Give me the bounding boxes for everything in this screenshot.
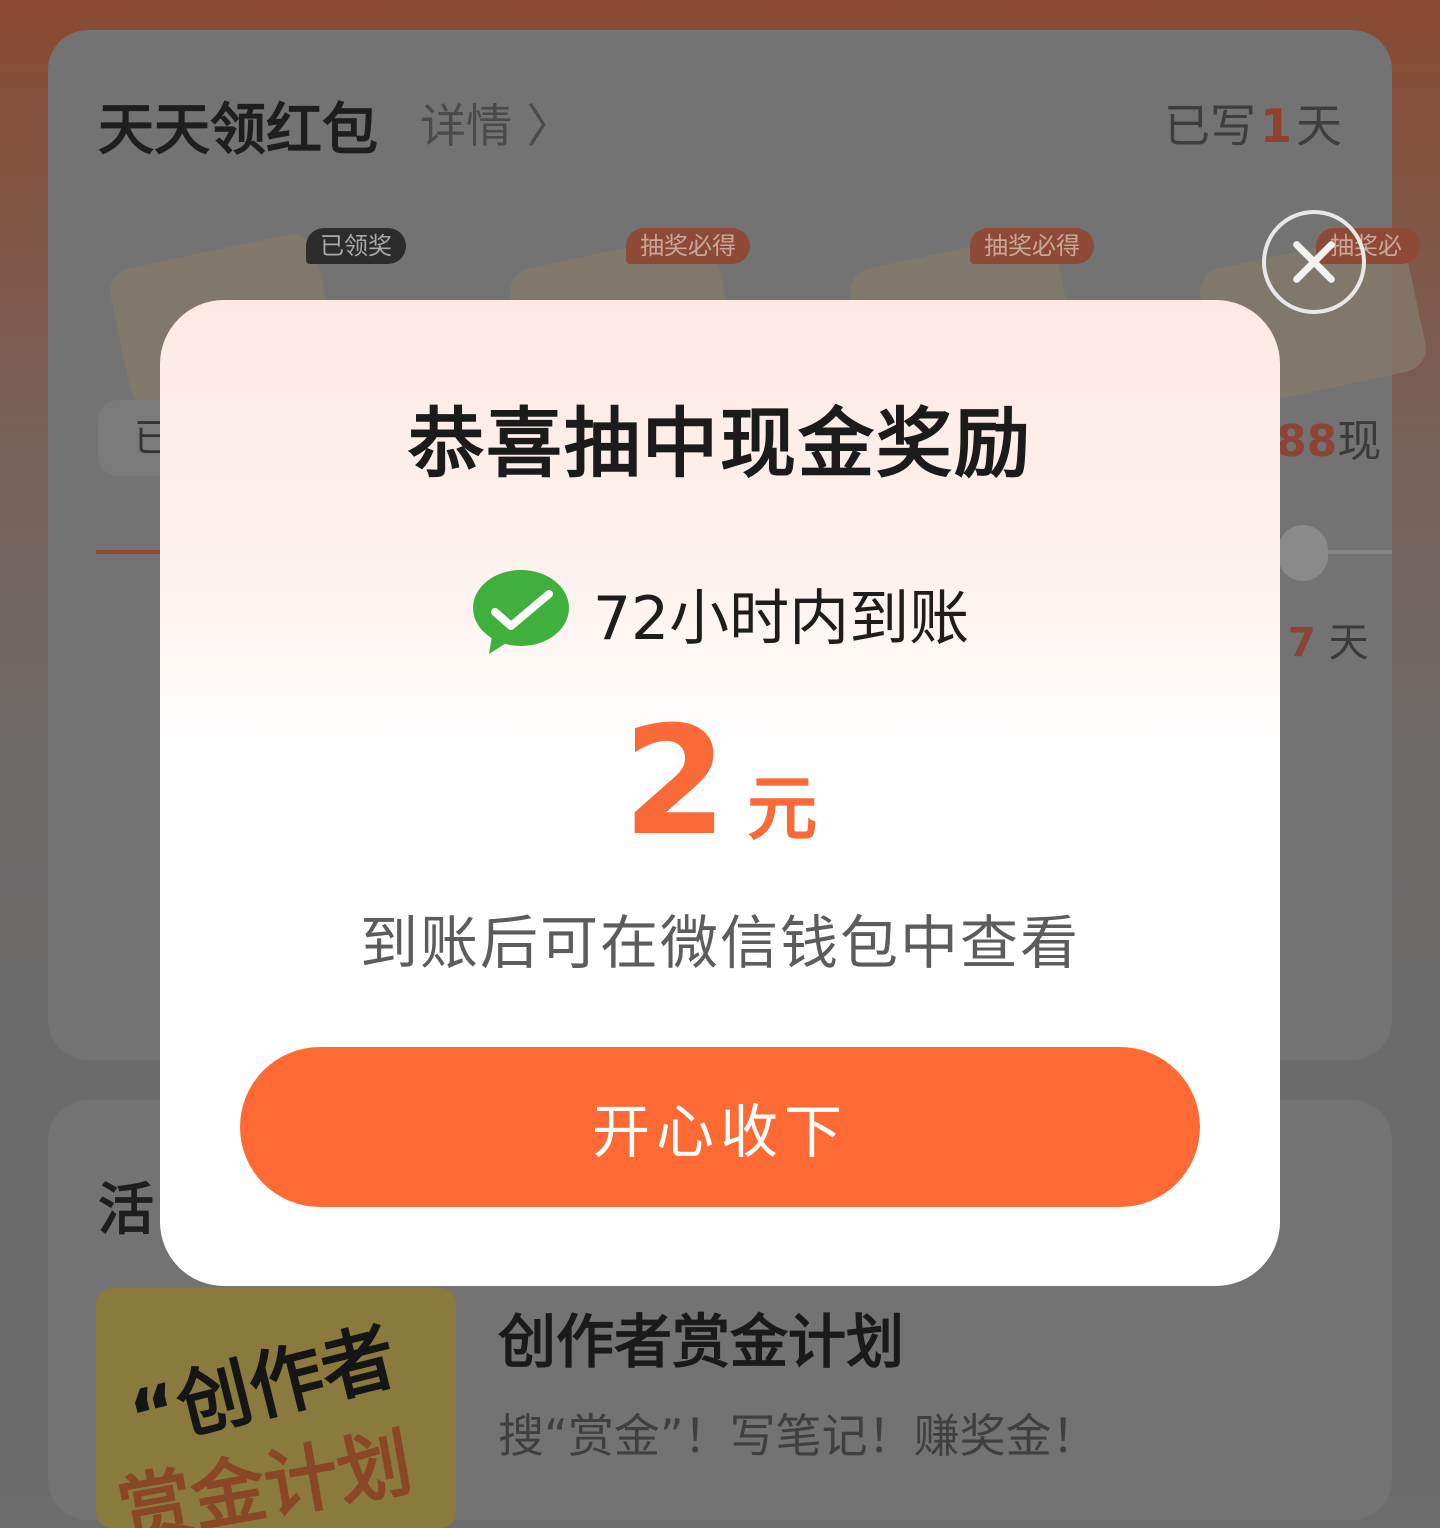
reward-modal: 恭喜抽中现金奖励 72小时内到账 2元 到账后可在微信钱包中查看 开心收下 [160, 300, 1280, 1286]
claimed-badge: 已领奖 [306, 228, 406, 264]
reward-amount: 2元 [160, 695, 1280, 869]
accept-button[interactable]: 开心收下 [240, 1047, 1200, 1207]
activity-item-description: 搜“赏金”！写笔记！赚奖金！ [498, 1409, 1098, 1463]
modal-title: 恭喜抽中现金奖励 [408, 399, 1032, 488]
activity-thumbnail[interactable]: “创作者 赏金计划 [96, 1288, 456, 1528]
activity-heading: 活 [98, 1178, 154, 1243]
reward-amount-value: 2 [622, 695, 728, 869]
written-days-number: 1 [1259, 99, 1292, 153]
arrival-time-text: 72小时内到账 [592, 583, 970, 654]
written-days-counter: 已写1天 [1164, 90, 1342, 156]
reward-amount-unit: 元 [747, 768, 818, 850]
lock-icon [1278, 525, 1328, 581]
cash-prize-amount: 88 [1276, 416, 1338, 467]
lottery-badge: 抽奖必得 [626, 228, 750, 264]
arrival-info-row: 72小时内到账 [160, 568, 1280, 658]
written-suffix: 天 [1296, 99, 1342, 153]
lottery-badge: 抽奖必得 [970, 228, 1094, 264]
wechat-pay-icon [472, 570, 569, 654]
written-prefix: 已写 [1163, 99, 1256, 153]
progress-bar-filled [96, 550, 166, 554]
day-milestone-suffix: 天 [1328, 620, 1369, 666]
close-icon[interactable] [1262, 210, 1366, 314]
day-milestone-label: 7 天 [1288, 610, 1369, 668]
day-milestone-number: 7 [1288, 620, 1316, 666]
wallet-hint: 到账后可在微信钱包中查看 [359, 909, 1080, 977]
cash-prize-suffix: 现 [1337, 416, 1382, 467]
activity-item-title[interactable]: 创作者赏金计划 [498, 1295, 904, 1379]
detail-link[interactable]: 详情 〉 [420, 90, 573, 156]
cash-prize-label: 88现 [1276, 405, 1381, 469]
card-title: 天天领红包 [98, 98, 378, 163]
